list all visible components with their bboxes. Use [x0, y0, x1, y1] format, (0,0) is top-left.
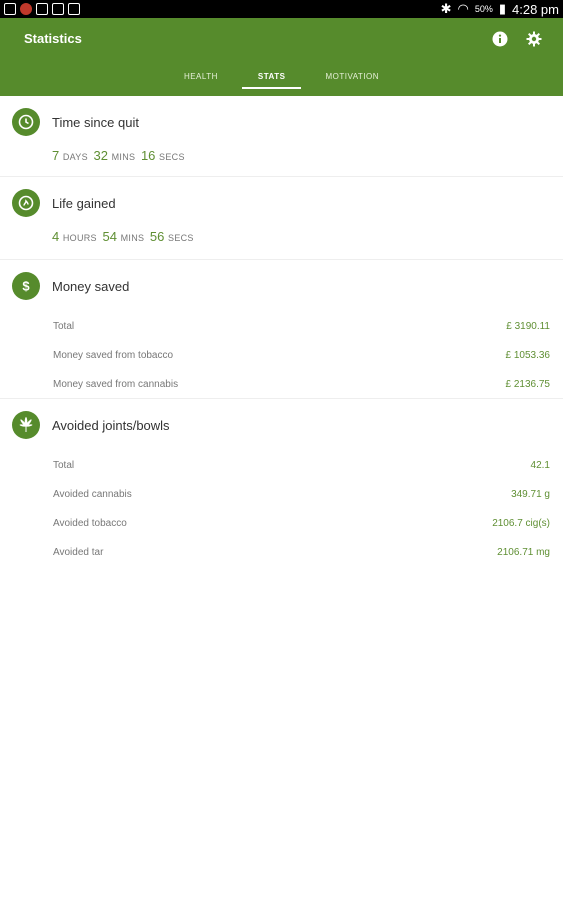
row-value: 349.71 g	[511, 489, 550, 500]
battery-level: 50%	[474, 4, 493, 14]
section-header: Time since quit	[0, 96, 563, 148]
row-value: £ 3190.11	[506, 321, 550, 332]
list-item: Money saved from tobacco £ 1053.36	[0, 341, 563, 370]
notification-icons	[4, 3, 80, 15]
row-label: Avoided tar	[53, 547, 104, 558]
dollar-icon: $	[12, 272, 40, 300]
section-title: Avoided joints/bowls	[52, 417, 170, 433]
section-title: Life gained	[52, 195, 116, 211]
row-label: Money saved from tobacco	[53, 350, 174, 361]
secs-unit: SECS	[159, 152, 185, 162]
row-label: Avoided cannabis	[53, 489, 132, 500]
row-value: 2106.7 cig(s)	[492, 518, 550, 529]
row-label: Avoided tobacco	[53, 518, 127, 529]
hours-value: 4	[52, 229, 60, 244]
app-bar: Statistics HEALTH STATS MOTIVATION	[0, 18, 563, 96]
mins-value: 32	[93, 148, 108, 163]
time-counter: 7 DAYS 32 MINS 16 SECS	[0, 148, 563, 178]
section-title: Money saved	[52, 278, 130, 294]
bluetooth-icon: ✱	[440, 1, 452, 16]
photo-icon	[68, 3, 80, 15]
row-value: £ 2136.75	[505, 379, 551, 390]
secs-value: 16	[140, 148, 156, 163]
section-title: Time since quit	[52, 114, 139, 130]
news-icon	[52, 3, 64, 15]
hours-unit: HOURS	[62, 233, 97, 243]
clock-icon	[12, 108, 40, 136]
page-title: Statistics	[24, 31, 82, 46]
list-item: Money saved from cannabis £ 2136.75	[0, 370, 563, 399]
leaf-icon	[12, 411, 40, 439]
life-counter: 4 HOURS 54 MINS 56 SECS	[0, 229, 563, 259]
life-icon	[12, 189, 40, 217]
days-value: 7	[52, 148, 60, 163]
status-bar: ✱ ◠ 50% ▮ 4:28 pm	[0, 0, 563, 18]
app-icon	[36, 3, 48, 15]
info-icon[interactable]	[491, 30, 509, 48]
list-item: Avoided tar 2106.71 mg	[0, 538, 563, 567]
mins-value: 54	[102, 229, 117, 244]
system-status: ✱ ◠ 50% ▮ 4:28 pm	[441, 1, 559, 17]
battery-icon: ▮	[498, 1, 507, 16]
life-gained-section: Life gained 4 HOURS 54 MINS 56 SECS	[0, 177, 563, 260]
tab-health[interactable]: HEALTH	[164, 72, 238, 81]
row-value: £ 1053.36	[505, 350, 551, 361]
row-label: Total	[53, 321, 75, 332]
mins-unit: MINS	[120, 233, 145, 243]
wifi-icon: ◠	[457, 1, 469, 16]
secs-value: 56	[149, 229, 165, 244]
time-since-quit-section: Time since quit 7 DAYS 32 MINS 16 SECS	[0, 96, 563, 177]
section-header: Avoided joints/bowls	[0, 399, 563, 451]
tab-stats[interactable]: STATS	[238, 72, 306, 89]
row-label: Money saved from cannabis	[53, 379, 179, 390]
secs-unit: SECS	[168, 233, 194, 243]
row-value: 42.1	[530, 460, 550, 471]
section-header: $ Money saved	[0, 260, 563, 312]
notification-icon	[20, 3, 32, 15]
mins-unit: MINS	[111, 152, 136, 162]
settings-icon[interactable]	[525, 30, 543, 48]
appbar-actions	[491, 30, 543, 48]
money-saved-section: $ Money saved Total £ 3190.11 Money save…	[0, 260, 563, 399]
list-item: Total £ 3190.11	[0, 312, 563, 341]
tab-motivation[interactable]: MOTIVATION	[305, 72, 399, 81]
row-label: Total	[53, 460, 75, 471]
tab-bar: HEALTH STATS MOTIVATION	[0, 72, 563, 89]
avoided-section: Avoided joints/bowls Total 42.1 Avoided …	[0, 399, 563, 569]
row-value: 2106.71 mg	[497, 547, 550, 558]
list-item: Avoided tobacco 2106.7 cig(s)	[0, 509, 563, 538]
gallery-icon	[4, 3, 16, 15]
list-item: Total 42.1	[0, 451, 563, 480]
section-header: Life gained	[0, 177, 563, 229]
days-unit: DAYS	[62, 152, 88, 162]
clock-time: 4:28 pm	[512, 1, 559, 17]
svg-text:$: $	[22, 279, 30, 294]
list-item: Avoided cannabis 349.71 g	[0, 480, 563, 509]
